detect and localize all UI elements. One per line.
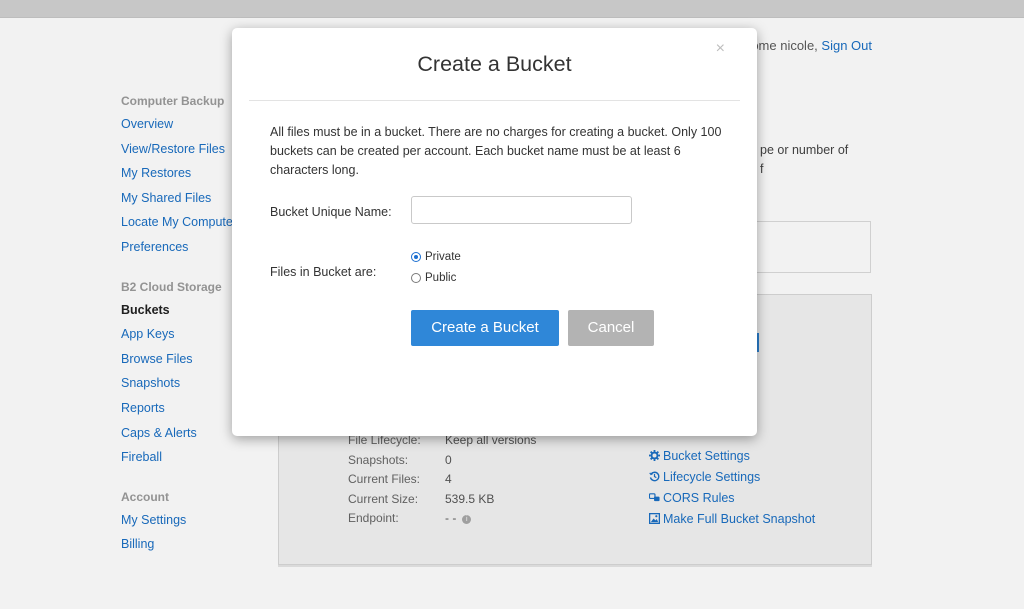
cancel-button[interactable]: Cancel [568,310,654,346]
files-visibility-label: Files in Bucket are: [270,265,377,279]
dialog-divider [249,100,740,101]
create-bucket-button[interactable]: Create a Bucket [411,310,559,346]
radio-button-private[interactable] [411,252,421,262]
create-bucket-dialog: × Create a Bucket All files must be in a… [232,28,757,436]
radio-option-private[interactable]: Private [411,251,461,263]
radio-option-public[interactable]: Public [411,272,456,284]
dialog-title: Create a Bucket [417,52,572,76]
radio-label: Public [425,272,457,284]
bucket-name-input[interactable] [411,196,632,224]
radio-label: Private [425,251,461,263]
bucket-name-label: Bucket Unique Name: [270,205,392,219]
dialog-description: All files must be in a bucket. There are… [270,125,722,177]
radio-button-public[interactable] [411,273,421,283]
